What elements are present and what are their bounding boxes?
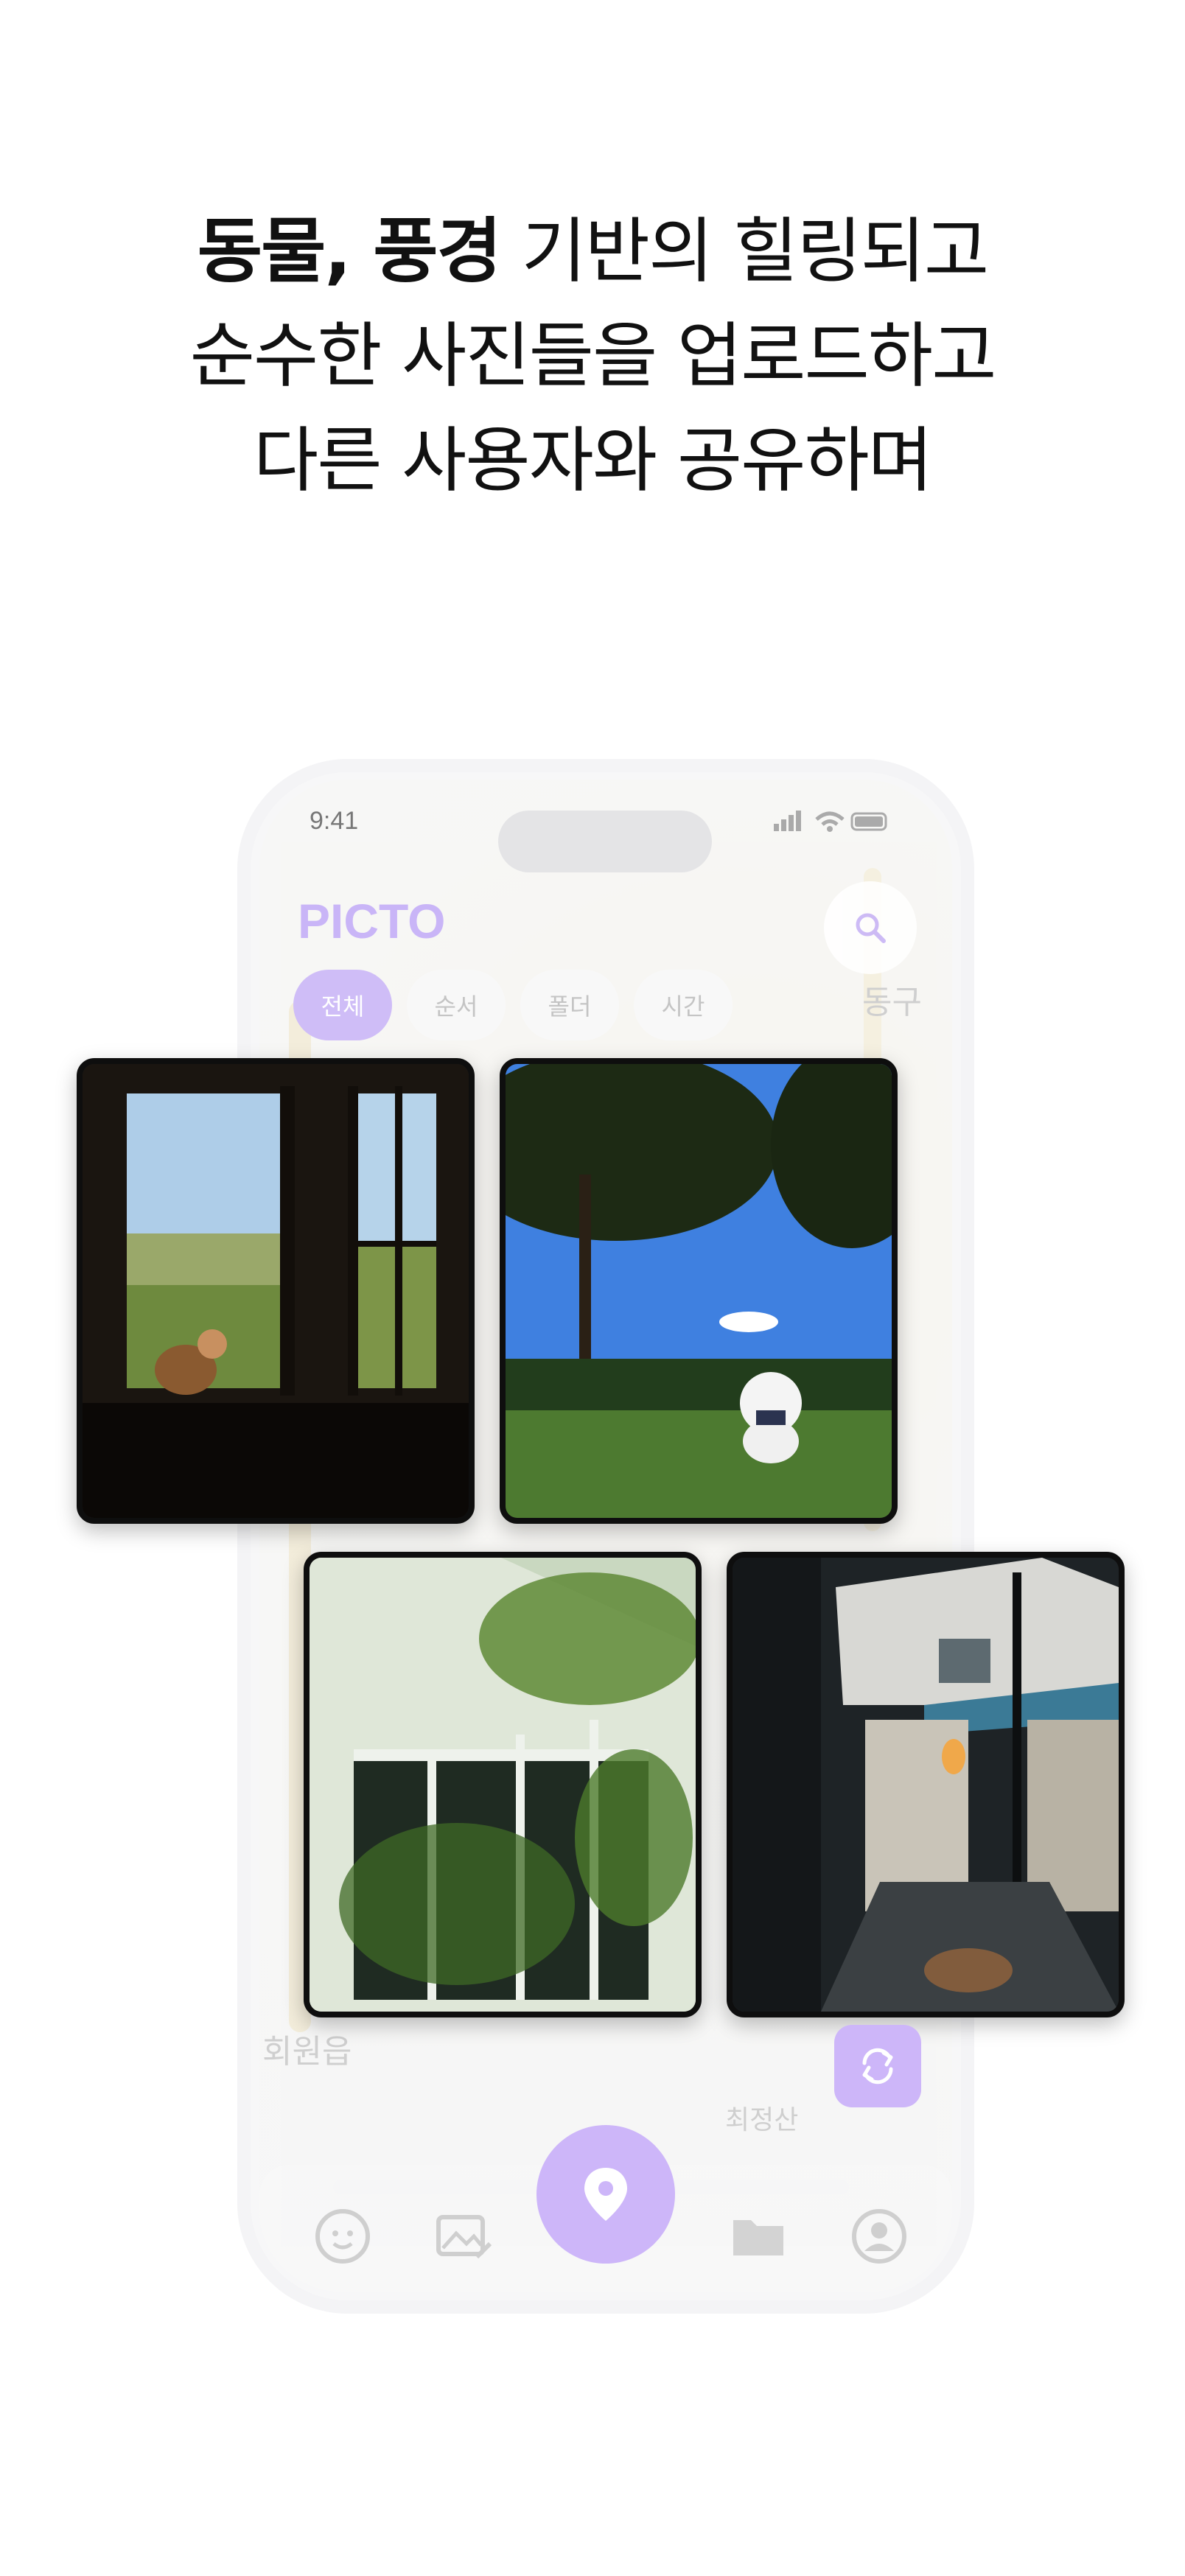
photo-edit-icon <box>436 2215 492 2259</box>
signal-wifi-battery-icon <box>774 811 887 832</box>
cat-photo-image <box>83 1064 469 1518</box>
location-pin-icon <box>584 2168 627 2221</box>
filter-chip-time[interactable]: 시간 <box>634 970 733 1040</box>
app-logo: PICTO <box>298 894 446 948</box>
photo-card-alley[interactable] <box>727 1552 1125 2017</box>
headline-line-2: 순수한 사진들을 업로드하고 <box>189 315 997 397</box>
headline: 동물, 풍경 기반의 힐링되고 순수한 사진들을 업로드하고 다른 사용자와 공… <box>0 199 1185 513</box>
dynamic-island <box>498 811 712 872</box>
map-location-button[interactable] <box>536 2125 675 2264</box>
headline-line-3: 다른 사용자와 공유하며 <box>253 419 933 502</box>
refresh-icon <box>862 2048 893 2085</box>
alley-photo-image <box>733 1558 1119 2012</box>
filter-chip-folder[interactable]: 폴더 <box>520 970 619 1040</box>
photo-card-dog[interactable] <box>500 1058 898 1524</box>
filter-chip-all[interactable]: 전체 <box>293 970 392 1040</box>
photo-card-building[interactable] <box>304 1552 702 2017</box>
photo-card-cat[interactable] <box>77 1058 475 1524</box>
map-label: 최정산 <box>725 2105 799 2135</box>
building-photo-image <box>310 1558 696 2012</box>
dog-photo-image <box>506 1064 892 1518</box>
status-icons <box>774 809 892 840</box>
search-button[interactable] <box>824 881 917 974</box>
headline-line1-rest: 기반의 힐링되고 <box>500 210 989 293</box>
face-icon <box>315 2209 370 2264</box>
map-label: 회원읍 <box>262 2033 352 2071</box>
filter-chip-order[interactable]: 순서 <box>407 970 506 1040</box>
nav-folder[interactable] <box>725 2203 791 2269</box>
headline-line-1: 동물, 풍경 기반의 힐링되고 <box>0 199 1185 304</box>
status-time: 9:41 <box>310 807 359 835</box>
headline-bold: 동물, 풍경 <box>197 210 502 293</box>
map-label: 동구 <box>862 984 922 1021</box>
folder-icon <box>733 2220 783 2255</box>
nav-photo-edit[interactable] <box>430 2203 497 2269</box>
search-icon <box>856 913 886 943</box>
nav-profile[interactable] <box>846 2203 912 2269</box>
nav-face[interactable] <box>310 2203 376 2269</box>
profile-icon <box>852 2209 906 2264</box>
refresh-button[interactable] <box>834 2025 921 2107</box>
